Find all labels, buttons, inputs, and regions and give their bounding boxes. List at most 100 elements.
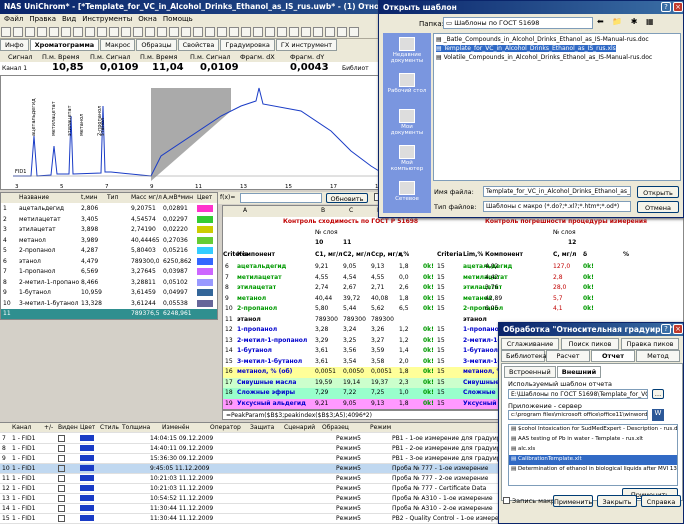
toolbar-button-icon[interactable] — [229, 27, 239, 37]
place-item[interactable]: Недавние документы — [385, 37, 429, 64]
menu-item-0[interactable]: Файл — [4, 15, 23, 23]
visible-checkbox[interactable] — [58, 495, 65, 502]
menu-item-4[interactable]: Окна — [138, 15, 157, 23]
template-list-item[interactable]: ▤ Determination of ethanol in biological… — [509, 465, 677, 475]
sheet-row[interactable]: 8 этилацетат 2,74 2,67 2,71 2,6 0k! 15 этилацета… — [223, 283, 683, 294]
visible-checkbox[interactable] — [58, 505, 65, 512]
toolbar-button-icon[interactable] — [13, 27, 23, 37]
template-input[interactable]: E:\Шаблоны по ГОСТ 51698\Template_for_VC… — [508, 389, 648, 399]
toolbar-button-icon[interactable] — [85, 27, 95, 37]
folder-nav-icons[interactable]: ⬅ 📁 ✱ ▦ — [597, 17, 667, 29]
app-server-input[interactable]: c:\program files\microsoft office\office… — [508, 410, 648, 420]
close-button[interactable]: Закрыть — [597, 495, 637, 507]
menu-item-2[interactable]: Вид — [62, 15, 76, 23]
toolbar-button-icon[interactable] — [109, 27, 119, 37]
menu-item-5[interactable]: Помощь — [163, 15, 193, 23]
tab-5[interactable]: Градуировка — [220, 39, 275, 51]
toolbar-button-icon[interactable] — [349, 27, 359, 37]
toolbar-button-icon[interactable] — [265, 27, 275, 37]
tab-0[interactable]: Инфо — [0, 39, 29, 51]
proc-tab[interactable]: Расчет — [546, 350, 590, 362]
visible-checkbox[interactable] — [58, 475, 65, 482]
comp-table-row[interactable]: 6этанол4,479789300,00006250,86260 — [1, 257, 217, 267]
comp-table-row[interactable]: 10 3-метил-1-бутанол 13,328 3,61244 0,05538 — [1, 299, 217, 309]
toolbar-button-icon[interactable] — [169, 27, 179, 37]
toolbar-button-icon[interactable] — [157, 27, 167, 37]
close-icon[interactable]: × — [673, 324, 683, 334]
place-item[interactable]: Рабочий стол — [385, 73, 429, 94]
filetype-select[interactable]: Шаблоны с макро (*.do?;*.xl?;*.htm*;*.od… — [483, 201, 631, 212]
comp-table-row[interactable]: 5 2-пропанол 4,287 5,80403 0,05216 — [1, 246, 217, 256]
tab-2[interactable]: Макрос — [100, 39, 136, 51]
comp-table-row[interactable]: 7 1-пропанол 6,569 3,27645 0,03987 — [1, 267, 217, 277]
color-swatch[interactable] — [197, 226, 213, 233]
toolbar-button-icon[interactable] — [61, 27, 71, 37]
proc-tab[interactable]: Метод — [636, 350, 680, 362]
folder-select[interactable]: ▭ Шаблоны по ГОСТ 51698 — [443, 17, 593, 29]
help-icon[interactable]: ? — [661, 2, 671, 12]
report-subtab[interactable]: Внешний — [556, 366, 602, 378]
comp-table-row[interactable]: 2 метилацетат 3,405 4,54574 0,02297 — [1, 215, 217, 225]
toolbar-button-icon[interactable] — [289, 27, 299, 37]
chromatogram-chart[interactable]: ацетальдегид метилацетат этилацетат метанол… — [0, 75, 382, 190]
tab-3[interactable]: Образцы — [136, 39, 177, 51]
menu-item-1[interactable]: Правка — [29, 15, 56, 23]
sheet-row[interactable]: 10 2-пропанол 5,80 5,44 5,62 6,5 0k! 15 2-пропан… — [223, 304, 683, 315]
close-icon[interactable]: × — [673, 2, 683, 12]
toolbar-button-icon[interactable] — [313, 27, 323, 37]
tab-4[interactable]: Свойства — [177, 39, 220, 51]
template-list-item[interactable]: ▤ alc.xls — [509, 445, 677, 455]
file-item[interactable]: ▤ _Batle_Compounds_in_Alcohol_Drinks_Eth… — [436, 36, 649, 43]
tab-6[interactable]: ГХ инструмент — [275, 39, 338, 51]
toolbar-button-icon[interactable] — [37, 27, 47, 37]
comp-table-row[interactable]: 11 789376,53016 6248,96139 — [1, 309, 217, 319]
template-list-item[interactable]: ▤ $cohol Intoxication for SudMedExpert -… — [509, 425, 677, 435]
toolbar-button-icon[interactable] — [181, 27, 191, 37]
report-subtab[interactable]: Встроенный — [504, 366, 556, 378]
color-swatch[interactable] — [197, 257, 213, 265]
color-swatch[interactable] — [197, 278, 213, 286]
open-button[interactable]: Открыть — [637, 186, 679, 198]
color-swatch[interactable] — [197, 299, 213, 307]
toolbar-button-icon[interactable] — [25, 27, 35, 37]
file-item[interactable]: ▤ Template_for_VC_in_Alcohol_Drinks_Etha… — [436, 45, 616, 52]
comp-table-row[interactable]: 8 2-метил-1-пропанол 8,466 3,28811 0,05102 — [1, 278, 217, 288]
cancel-button[interactable]: Отмена — [637, 201, 679, 213]
toolbar-button-icon[interactable] — [193, 27, 203, 37]
template-list[interactable]: ▤ $cohol Intoxication for SudMedExpert -… — [508, 424, 678, 486]
place-item[interactable]: Мой компьютер — [385, 145, 429, 172]
comp-table-row[interactable]: 4 метанол 3,989 40,44465 0,27036 — [1, 236, 217, 246]
toolbar-button-icon[interactable] — [73, 27, 83, 37]
sheet-row[interactable]: 6 ацетальдегид 9,21 9,05 9,13 1,8 0k! 15 ацеталь… — [223, 262, 683, 273]
toolbar-button-icon[interactable] — [205, 27, 215, 37]
color-swatch[interactable] — [197, 268, 213, 275]
comp-table-row[interactable]: 9 1-бутанол 10,959 3,61459 0,04997 — [1, 288, 217, 298]
toolbar-button-icon[interactable] — [337, 27, 347, 37]
file-list[interactable]: ▤ _Batle_Compounds_in_Alcohol_Drinks_Eth… — [433, 33, 681, 181]
color-swatch[interactable] — [197, 205, 213, 212]
tab-1[interactable]: Хроматограмма — [29, 39, 100, 51]
menu-item-3[interactable]: Инструменты — [82, 15, 132, 23]
color-swatch[interactable] — [197, 215, 213, 223]
visible-checkbox[interactable] — [58, 485, 65, 492]
color-swatch[interactable] — [197, 289, 213, 296]
proc-tab[interactable]: Сглаживание — [501, 338, 559, 350]
template-list-item[interactable]: ▤ AAS testing of Pb in water - Template … — [509, 435, 677, 445]
cell-ref-input[interactable] — [240, 193, 322, 203]
color-swatch[interactable] — [197, 236, 213, 244]
file-item[interactable]: ▤ Volatile_Compounds_in_Alcohol_Drinks_E… — [436, 54, 652, 61]
macro-checkbox[interactable] — [503, 497, 510, 504]
browse-template-button[interactable]: … — [652, 389, 664, 399]
visible-checkbox[interactable] — [58, 515, 65, 522]
comp-table-row[interactable]: 1 ацетальдегид 2,806 9,20751 0,02891 — [1, 204, 217, 214]
template-list-item[interactable]: ▤ CalibrationTemplate.xlt — [509, 455, 677, 465]
sheet-row[interactable]: 7 метилацетат 4,55 4,54 4,55 0,0 0k! 15 метилаце… — [223, 273, 683, 284]
toolbar-button-icon[interactable] — [133, 27, 143, 37]
toolbar-button-icon[interactable] — [325, 27, 335, 37]
visible-checkbox[interactable] — [58, 455, 65, 462]
toolbar-button-icon[interactable] — [145, 27, 155, 37]
place-item[interactable]: Сетевое — [385, 181, 429, 202]
filename-input[interactable]: Template_for_VC_in_Alcohol_Drinks_Ethano… — [483, 186, 631, 197]
toolbar-button-icon[interactable] — [49, 27, 59, 37]
help-button[interactable]: Справка — [641, 495, 681, 507]
